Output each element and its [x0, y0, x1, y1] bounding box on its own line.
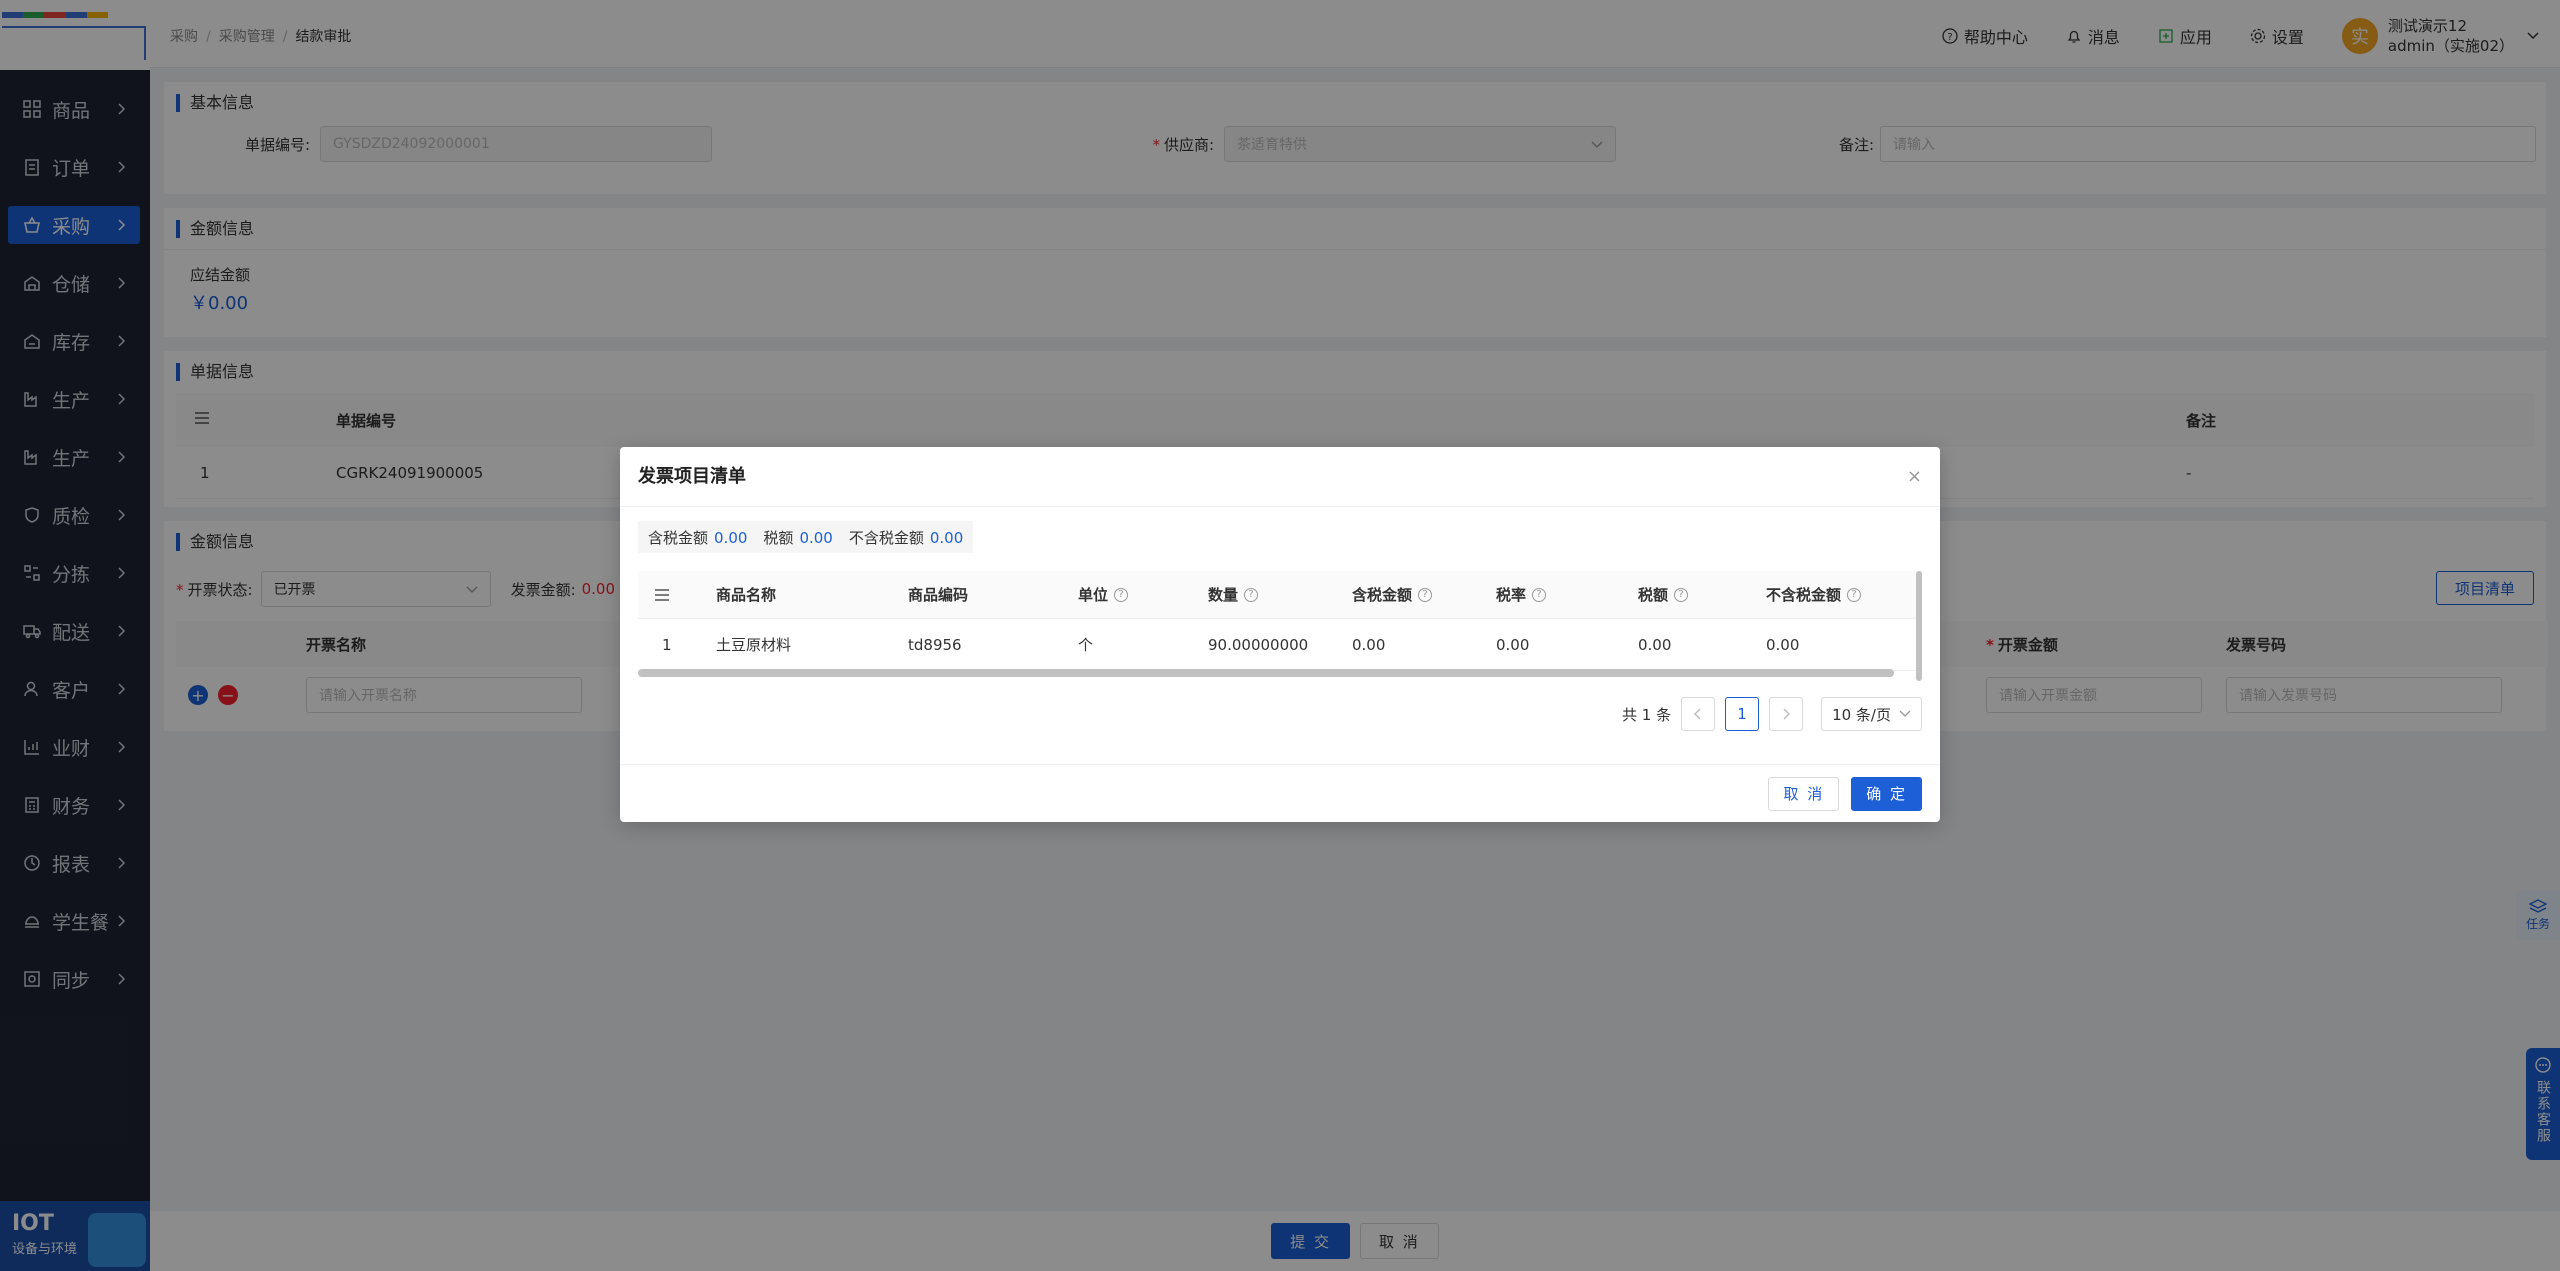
pagination-total: 共 1 条 — [1621, 705, 1672, 724]
close-icon[interactable]: × — [1907, 447, 1922, 507]
chevron-left-icon — [1694, 708, 1701, 720]
column-goods-name: 商品名称 — [716, 586, 777, 604]
modal-table: 商品名称 商品编码 单位? 数量? 含税金额? 税率? 税额? 不含税金额? 1… — [638, 571, 1922, 671]
modal-title: 发票项目清单 × — [620, 447, 1940, 507]
chevron-right-icon — [1783, 708, 1791, 720]
modal-summary: 含税金额 0.00 税额 0.00 不含税金额 0.00 — [638, 521, 974, 553]
column-untaxed-amount: 不含税金额? — [1754, 584, 1904, 605]
next-page-button[interactable] — [1769, 697, 1804, 731]
chevron-down-icon — [1899, 710, 1911, 717]
column-tax: 税额? — [1626, 584, 1754, 605]
modal-footer: 取 消 确 定 — [620, 764, 1940, 822]
table-row: 1 土豆原材料 td8956 个 90.00000000 0.00 0.00 0… — [638, 619, 1922, 671]
help-circle-icon: ? — [1114, 587, 1129, 602]
column-unit: 单位? — [1066, 584, 1196, 605]
vertical-scrollbar[interactable] — [1916, 571, 1922, 681]
help-circle-icon: ? — [1674, 587, 1689, 602]
page-number-button[interactable]: 1 — [1725, 697, 1760, 731]
help-circle-icon: ? — [1418, 587, 1433, 602]
pagination: 共 1 条 1 10 条/页 — [1622, 697, 1922, 731]
column-goods-code: 商品编码 — [908, 586, 969, 604]
page-size-select[interactable]: 10 条/页 — [1821, 697, 1922, 731]
column-tax-rate: 税率? — [1484, 584, 1626, 605]
modal-cancel-button[interactable]: 取 消 — [1768, 776, 1840, 811]
help-circle-icon: ? — [1532, 587, 1547, 602]
column-taxed-amount: 含税金额? — [1340, 584, 1484, 605]
help-circle-icon: ? — [1244, 587, 1259, 602]
table-header: 商品名称 商品编码 单位? 数量? 含税金额? 税率? 税额? 不含税金额? — [638, 571, 1922, 619]
help-circle-icon: ? — [1847, 587, 1862, 602]
column-quantity: 数量? — [1196, 584, 1340, 605]
column-settings-icon[interactable] — [638, 588, 698, 602]
horizontal-scrollbar[interactable] — [638, 669, 1894, 677]
modal-confirm-button[interactable]: 确 定 — [1851, 776, 1922, 811]
invoice-items-modal: 发票项目清单 × 含税金额 0.00 税额 0.00 不含税金额 0.00 商品名称 … — [620, 447, 1940, 822]
prev-page-button[interactable] — [1681, 697, 1716, 731]
